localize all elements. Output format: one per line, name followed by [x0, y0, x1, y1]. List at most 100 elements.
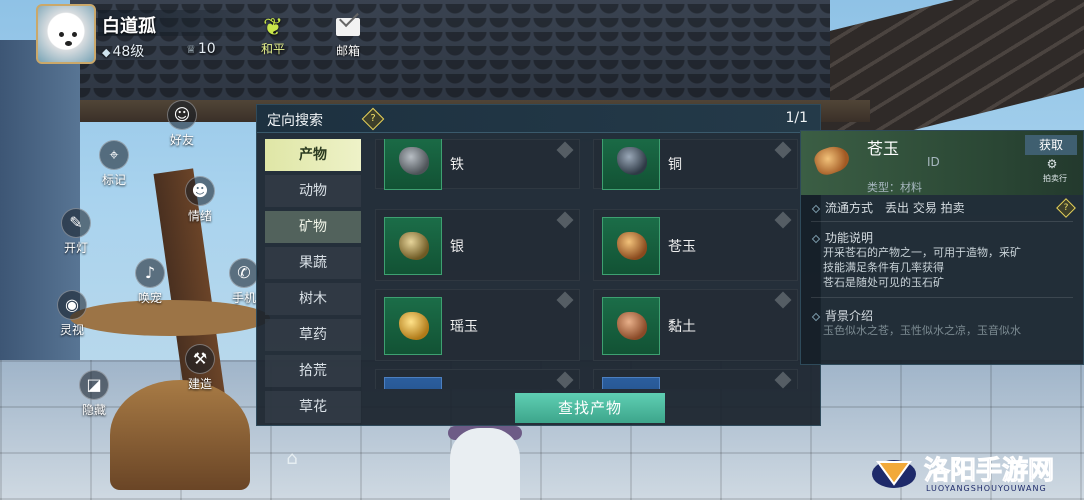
- tree-stump: [110, 380, 250, 490]
- friend-icon: ☺: [167, 100, 197, 130]
- spirit-vision-label: 灵视: [59, 323, 84, 337]
- ore-icon: [617, 232, 647, 260]
- corner-diamond-icon: [774, 211, 792, 229]
- category-tab-fruit-veg[interactable]: 果蔬: [265, 247, 361, 279]
- function-line: 技能满足条件有几率获得: [823, 261, 944, 274]
- corner-diamond-icon: [774, 291, 792, 309]
- corner-diamond-icon: [556, 371, 574, 389]
- avatar[interactable]: [36, 4, 96, 64]
- item-name: 黏土: [668, 319, 696, 335]
- hide-ui-button[interactable]: ◪ 隐藏: [64, 370, 124, 418]
- circulation-row: 流通方式 丢出 交易 拍卖: [811, 199, 965, 216]
- build-label: 建造: [187, 377, 212, 391]
- find-product-button[interactable]: 查找产物: [515, 393, 665, 423]
- item-name: 苍玉: [668, 239, 696, 255]
- auction-icon[interactable]: ⚙: [1043, 157, 1061, 171]
- item-thumb: [384, 139, 442, 190]
- player-info[interactable]: 白道孤 ◆ 48级 ♕ 10: [36, 4, 268, 64]
- home-icon[interactable]: ⌂: [278, 448, 306, 469]
- camera-icon: ◉: [57, 290, 87, 320]
- ore-icon: [811, 141, 853, 179]
- category-tab-scavenge[interactable]: 拾荒: [265, 355, 361, 387]
- dove-icon: ❦: [262, 13, 284, 41]
- background-line: 玉色似水之苍，玉性似水之凉，玉音似水: [823, 324, 1021, 337]
- corner-diamond-icon: [556, 211, 574, 229]
- hammer-icon: ⚒: [185, 344, 215, 374]
- emotion-label: 情绪: [187, 209, 212, 223]
- whistle-button[interactable]: ♪ 唤宠: [120, 258, 180, 306]
- help-glyph: ?: [1063, 203, 1069, 213]
- divider: [811, 221, 1073, 222]
- item-thumb: [384, 217, 442, 275]
- directed-search-panel: 定向搜索 ? 1/1 产物 动物 矿物 果蔬 树木 草药 拾荒 草花 铁 铜 银: [256, 104, 821, 426]
- watermark-logo-icon: [872, 460, 916, 488]
- category-tab-mineral[interactable]: 矿物: [265, 211, 361, 243]
- avatar-eye: [59, 32, 64, 37]
- item-card-partial[interactable]: [375, 369, 580, 389]
- item-card-partial[interactable]: [593, 369, 798, 389]
- category-tab-herb[interactable]: 草药: [265, 319, 361, 351]
- light-label: 开灯: [63, 241, 88, 255]
- corner-diamond-icon: [556, 291, 574, 309]
- panel-header: 定向搜索 ? 1/1: [257, 105, 820, 133]
- help-icon[interactable]: ?: [1056, 198, 1076, 218]
- category-list: 产物 动物 矿物 果蔬 树木 草药 拾荒 草花: [265, 139, 361, 427]
- function-line: 苍石是随处可见的玉石矿: [823, 276, 944, 289]
- level-icon: ◆: [102, 46, 111, 59]
- category-tab-product[interactable]: 产物: [265, 139, 361, 171]
- bullet-icon: [811, 204, 821, 214]
- corner-diamond-icon: [774, 141, 792, 159]
- function-title: 功能说明: [811, 229, 873, 246]
- player-badge-count: ♕ 10: [186, 41, 216, 57]
- category-tab-tree[interactable]: 树木: [265, 283, 361, 315]
- watermark-subtext: LUOYANGSHOUYOUWANG: [926, 484, 1047, 493]
- avatar-nose: [65, 41, 72, 46]
- item-thumb: [602, 139, 660, 190]
- category-tab-animal[interactable]: 动物: [265, 175, 361, 207]
- item-card-copper[interactable]: 铜: [593, 139, 798, 190]
- category-tab-flower[interactable]: 草花: [265, 391, 361, 423]
- item-thumb: [384, 297, 442, 355]
- ore-icon: [399, 312, 429, 340]
- peace-mode-button[interactable]: ❦ 和平: [258, 14, 288, 57]
- marker-label: 标记: [101, 173, 126, 187]
- build-button[interactable]: ⚒ 建造: [170, 344, 230, 392]
- mail-button[interactable]: 邮箱: [332, 14, 364, 59]
- corner-diamond-icon: [774, 371, 792, 389]
- item-card-yaoyu[interactable]: 瑶玉: [375, 289, 580, 361]
- friends-label: 好友: [169, 133, 194, 147]
- help-icon[interactable]: ?: [361, 107, 385, 131]
- emotion-button[interactable]: ☻ 情绪: [170, 176, 230, 224]
- divider: [811, 297, 1073, 298]
- phone-icon: ✆: [229, 258, 259, 288]
- hide-icon: ◪: [79, 370, 109, 400]
- marker-button[interactable]: ⌖ 标记: [84, 140, 144, 188]
- light-button[interactable]: ✎ 开灯: [46, 208, 106, 256]
- emotion-icon: ☻: [185, 176, 215, 206]
- item-detail-card: 苍玉 ID 类型：材料 获取 ⚙ 拍卖行 流通方式 丢出 交易 拍卖 ? 功能说…: [800, 130, 1084, 365]
- obtain-button[interactable]: 获取: [1025, 135, 1077, 155]
- player-name: 白道孤: [102, 16, 156, 37]
- friends-button[interactable]: ☺ 好友: [152, 100, 212, 148]
- ore-icon: [399, 147, 429, 175]
- help-glyph: ?: [370, 113, 376, 124]
- item-thumb: [602, 217, 660, 275]
- auction-label[interactable]: 拍卖行: [1043, 173, 1067, 184]
- item-card-jade[interactable]: 苍玉: [593, 209, 798, 281]
- ore-icon: [617, 147, 647, 175]
- whistle-label: 唤宠: [137, 291, 162, 305]
- item-card-clay[interactable]: 黏土: [593, 289, 798, 361]
- function-line: 开采苍石的产物之一，可用于造物，采矿: [823, 246, 1021, 259]
- item-card-iron[interactable]: 铁: [375, 139, 580, 190]
- bullet-icon: [811, 312, 821, 322]
- pet-dog: [450, 428, 520, 500]
- detail-item-name: 苍玉: [867, 139, 900, 158]
- item-name: 铜: [668, 157, 682, 173]
- item-card-silver[interactable]: 银: [375, 209, 580, 281]
- player-level: ◆ 48级: [102, 44, 145, 60]
- item-name: 银: [450, 239, 464, 255]
- spirit-vision-button[interactable]: ◉ 灵视: [42, 290, 102, 338]
- detail-item-id: ID: [927, 155, 940, 169]
- panel-title: 定向搜索: [267, 113, 323, 129]
- mail-icon: [336, 18, 360, 36]
